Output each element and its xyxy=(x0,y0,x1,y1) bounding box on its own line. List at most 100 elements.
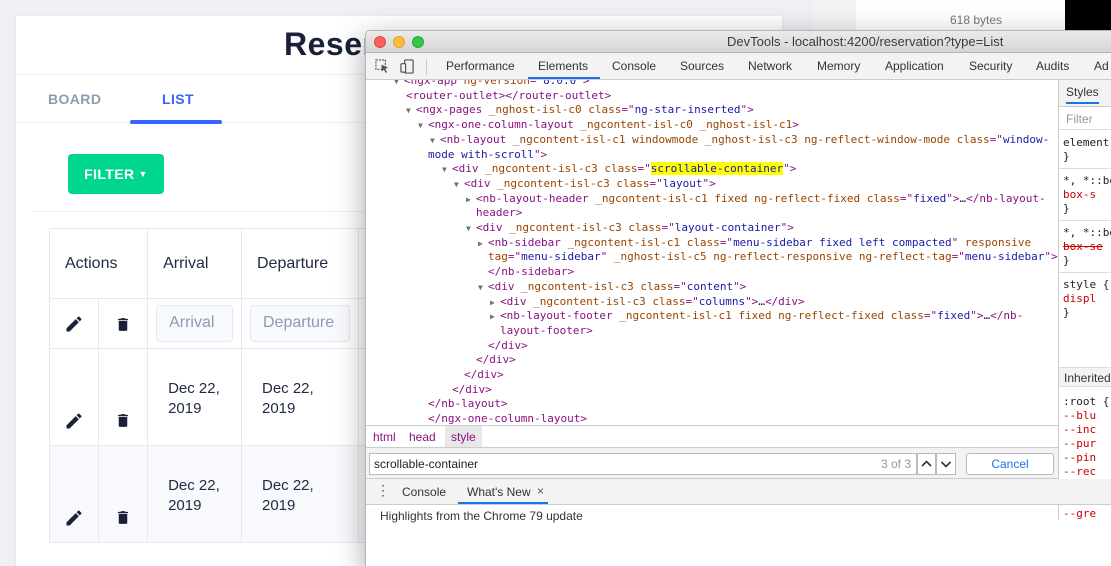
dom-node-line[interactable]: ▶ <nb-layout-header _ngcontent-isl-c1 fix… xyxy=(466,192,1046,208)
close-tab-icon[interactable]: × xyxy=(537,484,544,498)
code-token: "> xyxy=(702,176,716,190)
style-rule-line[interactable]: style { xyxy=(1063,278,1109,291)
tab-board[interactable]: BOARD xyxy=(48,91,101,107)
code-token: _ngcontent-isl-c3 class xyxy=(485,162,638,176)
style-rule-line[interactable]: } xyxy=(1063,150,1070,163)
dom-node-line[interactable]: ▼ <ngx-one-column-layout _ngcontent-isl-c… xyxy=(418,118,799,134)
code-token: "> xyxy=(780,221,794,234)
pencil-icon[interactable] xyxy=(64,411,84,431)
code-token: </div> xyxy=(764,294,805,308)
collapse-triangle-icon[interactable]: ▼ xyxy=(406,104,416,119)
css-variable-line[interactable]: --inc xyxy=(1063,423,1096,436)
drawer-tab-console[interactable]: Console xyxy=(402,485,446,499)
tab-application[interactable]: Application xyxy=(885,59,944,73)
tab-console[interactable]: Console xyxy=(612,59,656,73)
dom-node-line[interactable]: ▼ <div _ngcontent-isl-c3 class="content"> xyxy=(478,280,746,296)
dom-node-line[interactable]: </div> xyxy=(464,368,504,383)
tab-list[interactable]: LIST xyxy=(162,91,194,107)
dom-node-line[interactable]: <router-outlet></router-outlet> xyxy=(406,89,611,104)
style-rule-line[interactable]: } xyxy=(1063,202,1070,215)
dom-node-line[interactable]: </div> xyxy=(452,383,492,398)
collapse-triangle-icon[interactable]: ▼ xyxy=(466,222,476,237)
dom-node-line[interactable]: </nb-layout> xyxy=(428,397,507,412)
style-rule-line[interactable]: *, *::be xyxy=(1063,226,1111,239)
dom-node-line[interactable]: </ngx-one-column-layout> xyxy=(428,412,587,425)
dom-node-line[interactable]: </div> xyxy=(488,339,528,354)
tab-audits[interactable]: Audits xyxy=(1036,59,1069,73)
departure-filter-input[interactable]: Departure xyxy=(249,305,351,342)
pencil-icon[interactable] xyxy=(64,314,84,334)
style-rule-line[interactable]: displ xyxy=(1063,292,1096,305)
dom-node-line[interactable]: ▶ <div _ngcontent-isl-c3 class="columns">… xyxy=(490,295,805,311)
styles-filter-input[interactable]: Filter xyxy=(1059,107,1111,130)
tab-sources[interactable]: Sources xyxy=(680,59,724,73)
arrival-filter-input[interactable]: Arrival xyxy=(156,305,233,342)
search-prev-button[interactable] xyxy=(917,453,936,475)
dom-search-input[interactable]: scrollable-container xyxy=(369,453,917,475)
tab-network[interactable]: Network xyxy=(748,59,792,73)
dom-node-line[interactable]: layout-footer> xyxy=(500,324,593,339)
code-token: =" xyxy=(685,294,699,308)
collapse-triangle-icon[interactable]: ▼ xyxy=(478,281,488,296)
tab-styles[interactable]: Styles xyxy=(1066,85,1099,104)
tab-security[interactable]: Security xyxy=(969,59,1012,73)
trash-icon[interactable] xyxy=(114,315,131,334)
collapse-triangle-icon[interactable]: ▼ xyxy=(442,163,452,178)
expand-triangle-icon[interactable]: ▶ xyxy=(490,310,500,325)
style-rule-line[interactable]: } xyxy=(1063,306,1070,319)
expand-triangle-icon[interactable]: ▶ xyxy=(478,237,488,252)
style-rule-line[interactable]: *, *::be xyxy=(1063,174,1111,187)
style-rule-line[interactable]: element xyxy=(1063,136,1109,149)
more-options-icon[interactable]: ⋮ xyxy=(376,482,390,499)
css-variable-line[interactable]: :root { xyxy=(1063,395,1109,408)
dom-node-line[interactable]: ▶ <nb-layout-footer _ngcontent-isl-c1 fix… xyxy=(490,309,1023,325)
inspect-element-icon[interactable] xyxy=(375,59,390,74)
dom-node-line[interactable]: </div> xyxy=(476,353,516,368)
css-variable-line[interactable]: --gre xyxy=(1063,507,1096,520)
collapse-triangle-icon[interactable]: ▼ xyxy=(418,119,428,134)
drawer-tab-whats-new[interactable]: What's New xyxy=(467,485,531,499)
close-window-button[interactable] xyxy=(374,36,386,48)
breadcrumb-html[interactable]: html xyxy=(373,430,396,444)
dom-node-line[interactable]: mode with-scroll"> xyxy=(428,148,547,163)
css-variable-line[interactable]: --rec xyxy=(1063,465,1096,478)
trash-icon[interactable] xyxy=(114,508,131,527)
dom-node-line[interactable]: ▶ <nb-sidebar _ngcontent-isl-c1 class="me… xyxy=(478,236,1031,252)
maximize-window-button[interactable] xyxy=(412,36,424,48)
window-titlebar[interactable]: DevTools - localhost:4200/reservation?ty… xyxy=(366,31,1111,53)
tab-elements[interactable]: Elements xyxy=(538,59,588,73)
breadcrumb-head[interactable]: head xyxy=(409,430,436,444)
code-token: "> xyxy=(745,294,759,308)
dom-node-line[interactable]: ▼ <div _ngcontent-isl-c3 class="layout"> xyxy=(454,177,716,193)
dom-node-line[interactable]: tag="menu-sidebar" _nghost-isl-c5 ng-ref… xyxy=(488,250,1058,265)
collapse-triangle-icon[interactable]: ▼ xyxy=(430,134,440,149)
style-rule-line[interactable]: } xyxy=(1063,254,1070,267)
tab-performance[interactable]: Performance xyxy=(446,59,515,73)
css-variable-line[interactable]: --blu xyxy=(1063,409,1096,422)
dom-node-line[interactable]: header> xyxy=(476,206,522,221)
style-rule-line[interactable]: box-s xyxy=(1063,188,1096,201)
tab-adblock[interactable]: Ad xyxy=(1094,59,1109,73)
collapse-triangle-icon[interactable]: ▼ xyxy=(454,178,464,193)
tab-memory[interactable]: Memory xyxy=(817,59,860,73)
dom-node-line[interactable]: ▼ <ngx-pages _nghost-isl-c0 class="ng-sta… xyxy=(406,103,754,119)
dom-node-line[interactable]: </nb-sidebar> xyxy=(488,265,574,280)
style-rule-line[interactable]: box-se xyxy=(1063,240,1103,253)
css-variable-line[interactable]: --pur xyxy=(1063,437,1096,450)
expand-triangle-icon[interactable]: ▶ xyxy=(490,296,500,311)
breadcrumb-style[interactable]: style xyxy=(445,426,482,447)
css-variable-line[interactable]: --pin xyxy=(1063,451,1096,464)
pencil-icon[interactable] xyxy=(64,508,84,528)
collapse-triangle-icon[interactable]: ▼ xyxy=(394,80,404,90)
filter-button[interactable]: FILTER ▼ xyxy=(68,154,164,194)
search-cancel-button[interactable]: Cancel xyxy=(966,453,1054,475)
dom-node-line[interactable]: ▼ <div _ngcontent-isl-c3 class="layout-co… xyxy=(466,221,794,237)
minimize-window-button[interactable] xyxy=(393,36,405,48)
dom-tree-panel[interactable]: ▼ <ngx-app ng-version="8.0.0"> <router-out… xyxy=(366,80,1058,425)
trash-icon[interactable] xyxy=(114,411,131,430)
expand-triangle-icon[interactable]: ▶ xyxy=(466,193,476,208)
dom-node-line[interactable]: ▼ <nb-layout _ngcontent-isl-c1 windowmode… xyxy=(430,133,1049,149)
device-toolbar-icon[interactable] xyxy=(400,59,415,74)
search-next-button[interactable] xyxy=(936,453,956,475)
dom-node-line[interactable]: ▼ <div _ngcontent-isl-c3 class="scrollabl… xyxy=(442,162,796,178)
